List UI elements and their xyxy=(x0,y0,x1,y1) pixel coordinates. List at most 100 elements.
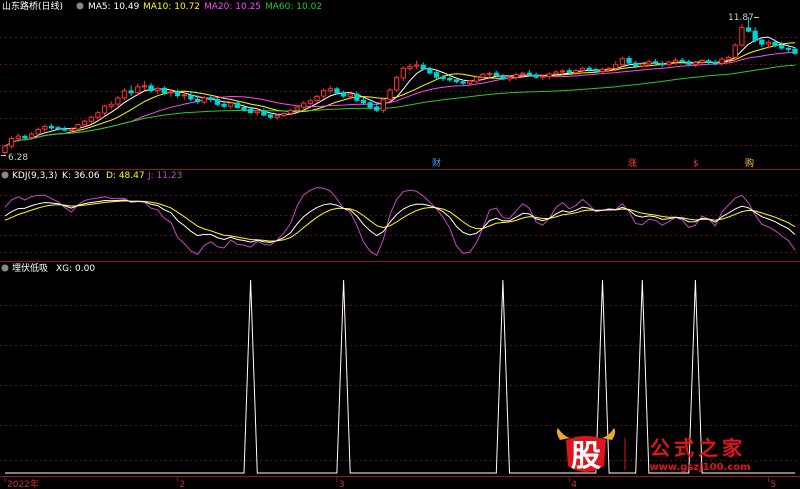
candle-body[interactable] xyxy=(301,102,307,108)
candle-body[interactable] xyxy=(699,60,705,63)
candle-body[interactable] xyxy=(42,125,48,130)
candle-body[interactable] xyxy=(208,97,214,101)
candle-body[interactable] xyxy=(354,93,360,101)
candle-body[interactable] xyxy=(88,116,94,122)
event-zhang-icon[interactable]: 涨 xyxy=(628,158,637,169)
candle-body[interactable] xyxy=(447,77,453,81)
candle-body[interactable] xyxy=(686,61,692,65)
candle-body[interactable] xyxy=(340,92,347,97)
candle-body[interactable] xyxy=(745,27,752,32)
candle-body[interactable] xyxy=(725,57,732,60)
candle-body[interactable] xyxy=(666,61,672,65)
candle-body[interactable] xyxy=(247,108,254,113)
candle-body[interactable] xyxy=(579,67,586,71)
candle-body[interactable] xyxy=(62,128,68,131)
candle-body[interactable] xyxy=(168,91,174,94)
candle-body[interactable] xyxy=(274,114,280,118)
candle-body[interactable] xyxy=(473,76,480,82)
event-finance-icon[interactable]: 财 xyxy=(432,157,441,169)
candle-body[interactable] xyxy=(141,85,148,88)
candle-body[interactable] xyxy=(327,88,333,92)
candle-body[interactable] xyxy=(8,138,15,147)
candle-body[interactable] xyxy=(460,81,466,84)
candle-body[interactable] xyxy=(679,59,685,63)
candle-body[interactable] xyxy=(566,70,572,73)
candle-body[interactable] xyxy=(559,70,566,73)
candle-body[interactable] xyxy=(95,112,101,118)
candle-body[interactable] xyxy=(785,47,792,50)
candle-body[interactable] xyxy=(540,75,546,78)
candle-body[interactable] xyxy=(387,89,393,100)
candle-body[interactable] xyxy=(228,102,234,107)
candle-body[interactable] xyxy=(420,64,426,70)
candle-body[interactable] xyxy=(360,99,367,104)
candle-body[interactable] xyxy=(526,72,533,76)
candle-body[interactable] xyxy=(413,64,420,67)
candle-body[interactable] xyxy=(672,59,679,63)
candle-body[interactable] xyxy=(201,97,207,103)
candle-body[interactable] xyxy=(639,63,645,67)
event-gou-icon[interactable]: 购 xyxy=(745,157,754,169)
candle-body[interactable] xyxy=(765,41,772,45)
candle-body[interactable] xyxy=(287,109,294,114)
candle-body[interactable] xyxy=(28,133,35,139)
candle-body[interactable] xyxy=(155,88,161,92)
xg-settings-icon[interactable] xyxy=(1,264,9,272)
candle-body[interactable] xyxy=(772,41,778,47)
candle-body[interactable] xyxy=(626,58,632,64)
candle-body[interactable] xyxy=(135,86,141,94)
candle-body[interactable] xyxy=(586,67,592,71)
candle-body[interactable] xyxy=(314,95,320,102)
candle-body[interactable] xyxy=(221,103,227,107)
candle-body[interactable] xyxy=(380,99,387,111)
candle-body[interactable] xyxy=(659,63,665,66)
candle-body[interactable] xyxy=(75,124,81,130)
candle-body[interactable] xyxy=(15,135,21,140)
candle-body[interactable] xyxy=(394,77,400,91)
candle-body[interactable] xyxy=(374,106,380,111)
candle-body[interactable] xyxy=(115,97,121,105)
candle-body[interactable] xyxy=(573,69,579,74)
candle-body[interactable] xyxy=(55,127,61,130)
candle-body[interactable] xyxy=(188,94,194,100)
candle-body[interactable] xyxy=(500,75,506,80)
candle-body[interactable] xyxy=(161,87,167,94)
candle-body[interactable] xyxy=(48,125,55,129)
candle-body[interactable] xyxy=(261,110,267,116)
candle-body[interactable] xyxy=(732,44,738,58)
candle-body[interactable] xyxy=(599,68,606,72)
candle-body[interactable] xyxy=(234,102,241,109)
candle-body[interactable] xyxy=(433,72,440,78)
candle-body[interactable] xyxy=(546,73,553,77)
candle-body[interactable] xyxy=(194,98,201,103)
candle-body[interactable] xyxy=(407,65,413,69)
candle-body[interactable] xyxy=(347,93,353,97)
candle-body[interactable] xyxy=(752,30,758,41)
candle-body[interactable] xyxy=(148,85,154,92)
candle-body[interactable] xyxy=(533,74,539,78)
candle-body[interactable] xyxy=(267,114,274,118)
candle-body[interactable] xyxy=(493,72,499,76)
candle-body[interactable] xyxy=(453,79,460,83)
candle-body[interactable] xyxy=(367,102,373,108)
candle-body[interactable] xyxy=(121,90,128,99)
candle-body[interactable] xyxy=(101,105,108,114)
candle-body[interactable] xyxy=(82,120,88,126)
candle-body[interactable] xyxy=(2,145,8,154)
event-dollar-icon[interactable]: $ xyxy=(693,159,699,169)
candle-body[interactable] xyxy=(779,45,785,49)
candle-body[interactable] xyxy=(307,100,314,104)
candle-body[interactable] xyxy=(108,103,114,107)
candle-body[interactable] xyxy=(427,68,433,74)
candle-body[interactable] xyxy=(467,80,473,84)
candle-body[interactable] xyxy=(480,73,486,78)
candle-body[interactable] xyxy=(759,39,765,45)
candle-body[interactable] xyxy=(706,60,712,63)
candle-body[interactable] xyxy=(294,106,300,111)
candle-body[interactable] xyxy=(128,90,134,94)
candle-body[interactable] xyxy=(513,73,519,78)
candle-body[interactable] xyxy=(692,62,699,65)
candle-body[interactable] xyxy=(400,67,406,79)
candle-body[interactable] xyxy=(719,58,725,64)
candle-body[interactable] xyxy=(174,91,181,97)
